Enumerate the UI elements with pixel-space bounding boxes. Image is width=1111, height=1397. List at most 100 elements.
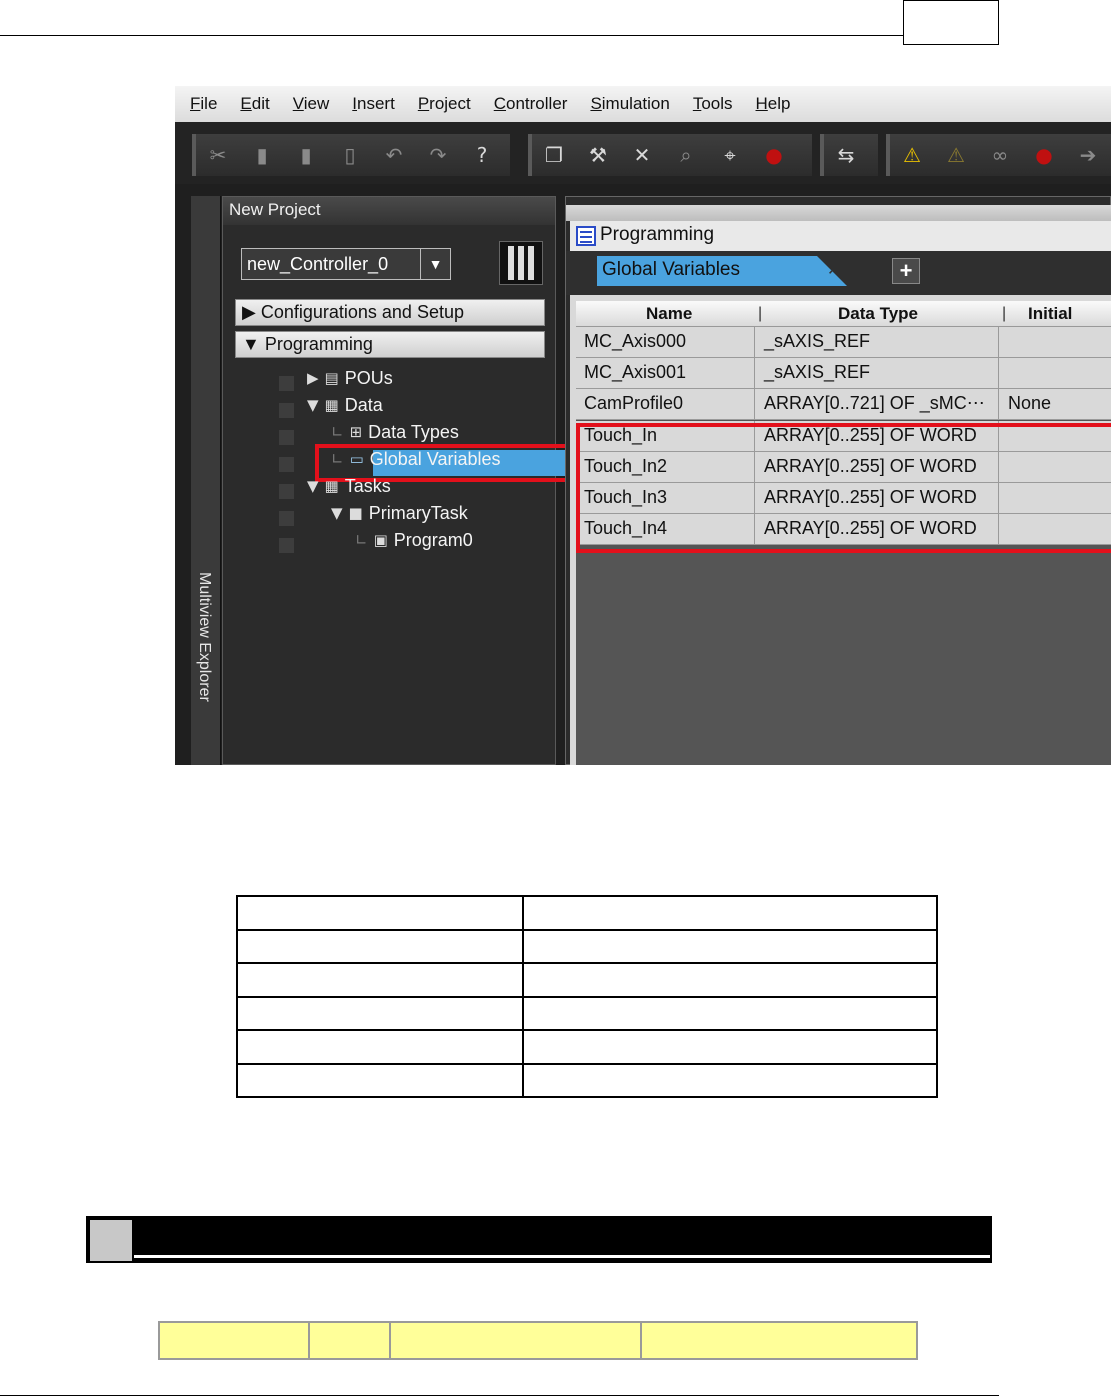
- column-separator[interactable]: |: [1002, 305, 1006, 323]
- tree-checkbox[interactable]: [279, 430, 294, 445]
- toolbar-debug-group: ⚠ ⚠ ∞ ● ➔: [886, 134, 1111, 176]
- window-icon[interactable]: ❐: [532, 134, 576, 176]
- page-number-box: [903, 0, 999, 45]
- side-tab-label: Multiview Explorer: [196, 572, 213, 702]
- pane-drag-bar[interactable]: [566, 205, 1111, 221]
- breakpoint-icon[interactable]: ●: [1022, 134, 1066, 176]
- expand-right-icon: ▶: [242, 302, 261, 322]
- controller-select[interactable]: new_Controller_0 ▼: [241, 248, 451, 280]
- tree-checkbox[interactable]: [279, 484, 294, 499]
- table-row: [236, 1062, 938, 1098]
- warning-icon[interactable]: ⚠: [890, 134, 934, 176]
- tree-checkbox[interactable]: [279, 538, 294, 553]
- cell-divider: [998, 358, 999, 389]
- menu-tools[interactable]: Tools: [693, 94, 733, 114]
- build-icon[interactable]: ⚒: [576, 134, 620, 176]
- delete-icon[interactable]: ▯: [328, 134, 372, 176]
- cell-data-type: _sAXIS_REF: [764, 362, 871, 382]
- table-row: [236, 962, 938, 998]
- table-row: [236, 928, 938, 964]
- programming-title: Programming: [600, 224, 715, 245]
- cell-name: MC_Axis000: [584, 331, 687, 351]
- expand-down-icon: ▼: [331, 504, 343, 522]
- add-tab-button[interactable]: +: [892, 258, 920, 284]
- empty-table: [236, 895, 938, 1098]
- disabled-warning-icon[interactable]: ⚠: [934, 134, 978, 176]
- undo-icon[interactable]: ↶: [372, 134, 416, 176]
- tree-item-data[interactable]: ▼ ▦ Data: [307, 392, 383, 418]
- menu-simulation[interactable]: Simulation: [590, 94, 669, 114]
- cell-divider: [998, 389, 999, 420]
- footer-rule: [0, 1395, 999, 1396]
- menu-bar: File Edit View Insert Project Controller…: [175, 86, 1111, 122]
- toolbar-project-group: ❐ ⚒ ✕ ⌕ ⌖ ●: [528, 134, 812, 176]
- help-icon[interactable]: ?: [460, 134, 504, 176]
- expand-down-icon: ▼: [307, 396, 319, 414]
- redo-icon[interactable]: ↷: [416, 134, 460, 176]
- cell-divider: [754, 389, 755, 420]
- table-cell: [236, 1029, 524, 1065]
- tree-item-primary-task[interactable]: ▼ ■ PrimaryTask: [331, 500, 468, 526]
- toolbar: ✂ ▮ ▮ ▯ ↶ ↷ ? ❐ ⚒ ✕ ⌕ ⌖ ● ⇆ ⚠ ⚠ ∞ ● ➔: [175, 122, 1111, 184]
- table-icon: ▦: [324, 396, 339, 414]
- tab-global-variables[interactable]: Global Variables ✕: [597, 256, 847, 286]
- table-cell: [640, 1321, 918, 1360]
- close-icon[interactable]: ✕: [827, 260, 840, 279]
- paste-icon[interactable]: ▮: [284, 134, 328, 176]
- find-icon[interactable]: ⌖: [708, 134, 752, 176]
- error-icon[interactable]: ●: [752, 134, 796, 176]
- copy-icon[interactable]: ▮: [240, 134, 284, 176]
- tree-item-tasks[interactable]: ▼ ▦ Tasks: [307, 473, 391, 499]
- table-row[interactable]: CamProfile0 ARRAY[0..721] OF _sMC⋯ None: [576, 389, 1111, 420]
- table-cell: [389, 1321, 642, 1360]
- multiview-explorer-tab[interactable]: Multiview Explorer: [191, 196, 221, 765]
- tree-item-data-types[interactable]: ∟ ⊞ Data Types: [331, 419, 459, 445]
- tree-item-program0[interactable]: ∟ ▣ Program0: [355, 527, 473, 553]
- menu-help[interactable]: Help: [756, 94, 791, 114]
- table-cell: [522, 928, 938, 964]
- section-programming[interactable]: ▼ Programming: [235, 331, 545, 358]
- section-heading-bar: [86, 1216, 992, 1263]
- chevron-down-icon[interactable]: ▼: [420, 249, 450, 279]
- document-icon: ▤: [324, 369, 339, 387]
- table-cell: [158, 1321, 310, 1360]
- column-header-data-type[interactable]: Data Type: [838, 304, 918, 324]
- step-icon[interactable]: ➔: [1066, 134, 1110, 176]
- transfer-icon[interactable]: ⇆: [824, 134, 868, 176]
- cut-icon[interactable]: ✂: [196, 134, 240, 176]
- tree-item-pous[interactable]: ▶ ▤ POUs: [307, 365, 393, 391]
- tree-checkbox[interactable]: [279, 403, 294, 418]
- column-header-name[interactable]: Name: [646, 304, 692, 324]
- tab-label: Global Variables: [602, 259, 741, 280]
- watch-icon[interactable]: ∞: [978, 134, 1022, 176]
- tree-checkbox[interactable]: [279, 376, 294, 391]
- data-types-icon: ⊞: [349, 423, 363, 441]
- menu-insert[interactable]: Insert: [352, 94, 395, 114]
- menu-edit[interactable]: Edit: [240, 94, 269, 114]
- controller-select-value: new_Controller_0: [247, 254, 389, 274]
- glasses-icon[interactable]: ⌕: [664, 134, 708, 176]
- cell-data-type: ARRAY[0..721] OF _sMC⋯: [764, 393, 985, 413]
- cell-name: MC_Axis001: [584, 362, 687, 382]
- tasks-icon: ▦: [324, 477, 339, 495]
- table-row[interactable]: MC_Axis000 _sAXIS_REF: [576, 327, 1111, 358]
- tree-checkbox[interactable]: [279, 511, 294, 526]
- column-separator[interactable]: |: [758, 305, 762, 323]
- section-configurations[interactable]: ▶ Configurations and Setup: [235, 299, 545, 326]
- cell-data-type: _sAXIS_REF: [764, 331, 871, 351]
- table-cell: [236, 895, 524, 931]
- table-cell: [522, 995, 938, 1031]
- tools-icon[interactable]: ✕: [620, 134, 664, 176]
- toolbar-edit-group: ✂ ▮ ▮ ▯ ↶ ↷ ?: [192, 134, 510, 176]
- document-page: File Edit View Insert Project Controller…: [0, 0, 1111, 1397]
- tab-bar: Global Variables ✕ +: [566, 251, 1111, 295]
- table-row: [236, 1029, 938, 1065]
- tree-checkbox[interactable]: [279, 457, 294, 472]
- menu-project[interactable]: Project: [418, 94, 471, 114]
- menu-controller[interactable]: Controller: [494, 94, 568, 114]
- menu-file[interactable]: File: [190, 94, 217, 114]
- table-cell: [236, 962, 524, 998]
- cell-initial-value: None: [1008, 393, 1052, 413]
- table-row[interactable]: MC_Axis001 _sAXIS_REF: [576, 358, 1111, 389]
- menu-view[interactable]: View: [293, 94, 330, 114]
